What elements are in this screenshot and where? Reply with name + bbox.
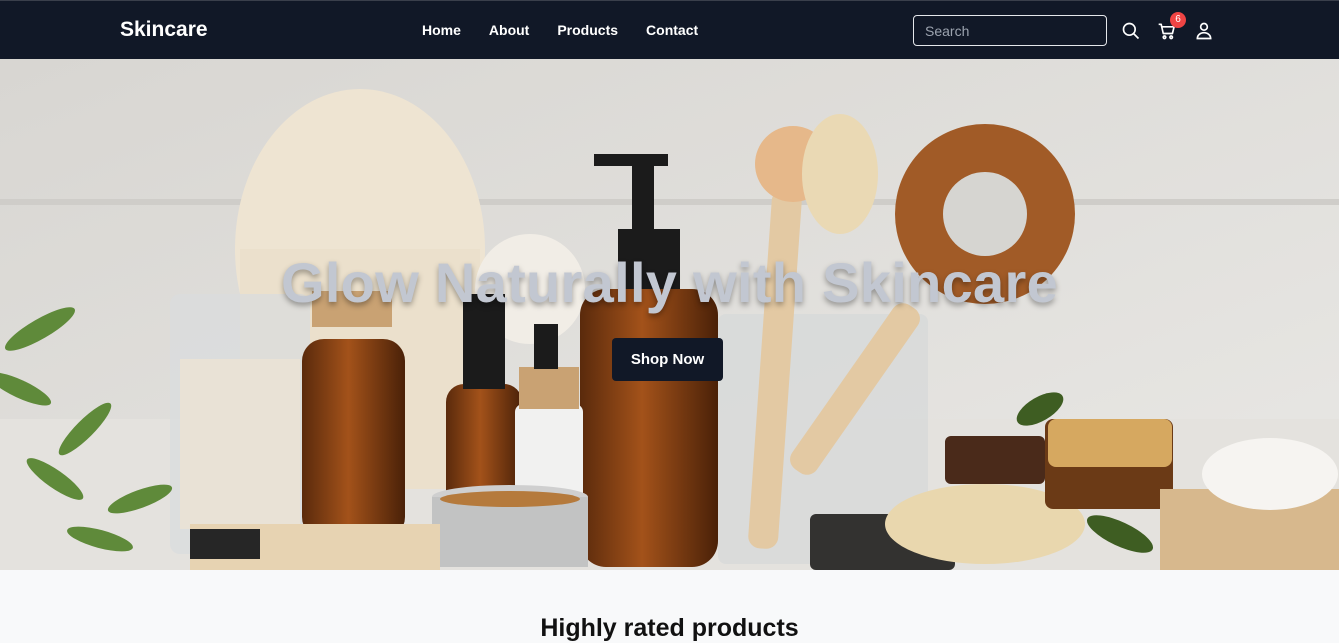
shop-now-button[interactable]: Shop Now: [612, 338, 723, 381]
search-icon[interactable]: [1120, 20, 1142, 42]
nav-home[interactable]: Home: [422, 22, 461, 38]
hero-banner: Glow Naturally with Skincare Shop Now: [0, 59, 1339, 570]
hero-title: Glow Naturally with Skincare: [280, 251, 1059, 314]
nav-contact[interactable]: Contact: [646, 22, 698, 38]
user-icon[interactable]: [1193, 20, 1215, 42]
nav-products[interactable]: Products: [557, 22, 618, 38]
brand-logo[interactable]: Skincare: [120, 18, 208, 42]
cart-count-badge: 6: [1170, 12, 1186, 28]
search-input[interactable]: [913, 15, 1107, 46]
nav-about[interactable]: About: [489, 22, 529, 38]
main-nav: Home About Products Contact: [422, 22, 698, 38]
top-navbar: Skincare Home About Products Contact 6: [0, 0, 1339, 59]
